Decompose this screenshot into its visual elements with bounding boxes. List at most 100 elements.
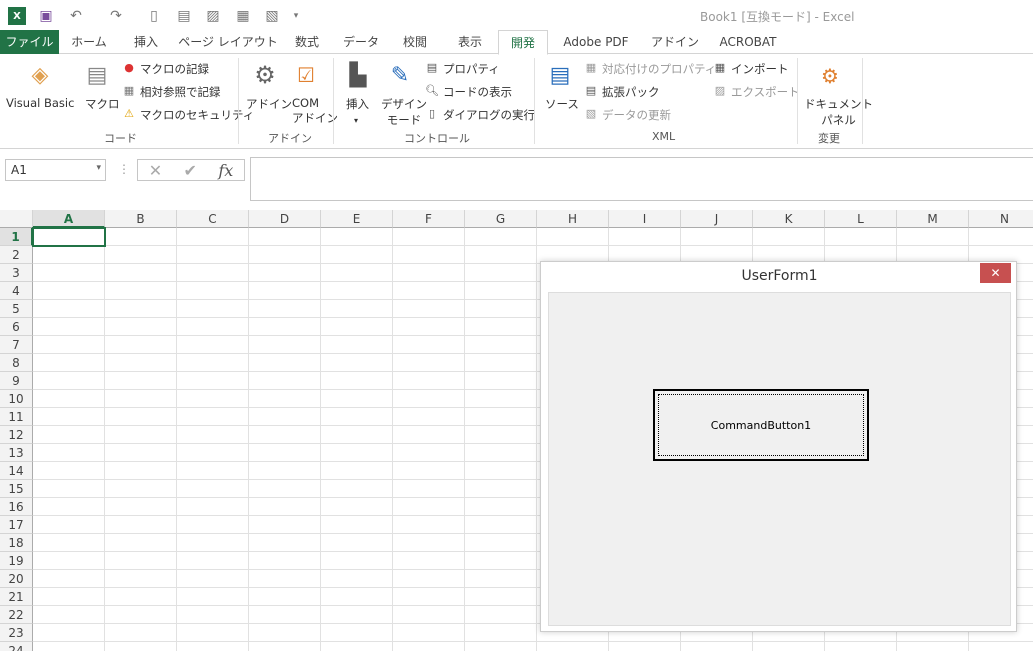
cell-G23[interactable] <box>465 624 537 642</box>
row-header-21[interactable]: 21 <box>0 588 33 606</box>
row-header-9[interactable]: 9 <box>0 372 33 390</box>
column-header-F[interactable]: F <box>393 210 465 228</box>
cell-A7[interactable] <box>33 336 105 354</box>
name-box[interactable]: A1 ▾ <box>5 159 106 181</box>
row-header-11[interactable]: 11 <box>0 408 33 426</box>
cell-D10[interactable] <box>249 390 321 408</box>
cell-A21[interactable] <box>33 588 105 606</box>
cell-B9[interactable] <box>105 372 177 390</box>
cell-E2[interactable] <box>321 246 393 264</box>
cell-A10[interactable] <box>33 390 105 408</box>
cell-C11[interactable] <box>177 408 249 426</box>
cell-F5[interactable] <box>393 300 465 318</box>
cell-A2[interactable] <box>33 246 105 264</box>
cell-E6[interactable] <box>321 318 393 336</box>
cell-G6[interactable] <box>465 318 537 336</box>
tab-adobe-pdf[interactable]: Adobe PDF <box>557 30 635 54</box>
cell-F15[interactable] <box>393 480 465 498</box>
cell-C2[interactable] <box>177 246 249 264</box>
map-properties-button[interactable]: 対応付けのプロパティ <box>602 61 716 77</box>
cell-C10[interactable] <box>177 390 249 408</box>
cell-A4[interactable] <box>33 282 105 300</box>
row-header-4[interactable]: 4 <box>0 282 33 300</box>
formula-input[interactable] <box>250 157 1033 201</box>
cell-E15[interactable] <box>321 480 393 498</box>
cell-C7[interactable] <box>177 336 249 354</box>
cell-F13[interactable] <box>393 444 465 462</box>
cell-C20[interactable] <box>177 570 249 588</box>
cell-C24[interactable] <box>177 642 249 651</box>
cell-G5[interactable] <box>465 300 537 318</box>
undo-icon[interactable]: ↶ <box>67 7 85 25</box>
column-header-I[interactable]: I <box>609 210 681 228</box>
addins-button[interactable]: アドイン <box>246 96 292 112</box>
close-button[interactable]: ✕ <box>980 263 1011 283</box>
cell-A20[interactable] <box>33 570 105 588</box>
row-header-2[interactable]: 2 <box>0 246 33 264</box>
cell-F18[interactable] <box>393 534 465 552</box>
cell-F23[interactable] <box>393 624 465 642</box>
expansion-pack-button[interactable]: 拡張パック <box>602 84 660 100</box>
select-all-corner[interactable] <box>0 210 33 228</box>
run-dialog-button[interactable]: ダイアログの実行 <box>443 107 535 123</box>
form-icon[interactable]: ▤ <box>175 7 193 25</box>
cell-C14[interactable] <box>177 462 249 480</box>
cell-E14[interactable] <box>321 462 393 480</box>
drag-handle-icon[interactable]: ⋮ <box>118 162 130 176</box>
cell-A24[interactable] <box>33 642 105 651</box>
cell-F7[interactable] <box>393 336 465 354</box>
com-addins-button[interactable]: COM アドイン <box>292 96 338 126</box>
cell-A18[interactable] <box>33 534 105 552</box>
cell-D9[interactable] <box>249 372 321 390</box>
cell-G1[interactable] <box>465 228 537 246</box>
cell-D2[interactable] <box>249 246 321 264</box>
tab-developer[interactable]: 開発 <box>498 30 548 55</box>
cell-B23[interactable] <box>105 624 177 642</box>
cell-E13[interactable] <box>321 444 393 462</box>
cell-F3[interactable] <box>393 264 465 282</box>
cell-N1[interactable] <box>969 228 1033 246</box>
design-mode-button[interactable]: デザイン モード <box>381 96 427 128</box>
cell-J24[interactable] <box>681 642 753 651</box>
column-header-J[interactable]: J <box>681 210 753 228</box>
cell-G14[interactable] <box>465 462 537 480</box>
cell-G22[interactable] <box>465 606 537 624</box>
properties-button[interactable]: プロパティ <box>443 61 500 77</box>
insert-function-icon[interactable]: fx <box>218 161 233 180</box>
macros-button[interactable]: マクロ <box>85 96 120 112</box>
cell-A3[interactable] <box>33 264 105 282</box>
row-header-14[interactable]: 14 <box>0 462 33 480</box>
cell-D19[interactable] <box>249 552 321 570</box>
cell-E3[interactable] <box>321 264 393 282</box>
cell-D23[interactable] <box>249 624 321 642</box>
cell-C22[interactable] <box>177 606 249 624</box>
cell-C23[interactable] <box>177 624 249 642</box>
row-header-23[interactable]: 23 <box>0 624 33 642</box>
cell-B7[interactable] <box>105 336 177 354</box>
cell-C15[interactable] <box>177 480 249 498</box>
cell-G3[interactable] <box>465 264 537 282</box>
column-header-A[interactable]: A <box>33 210 105 228</box>
cell-C9[interactable] <box>177 372 249 390</box>
cell-B4[interactable] <box>105 282 177 300</box>
cell-E20[interactable] <box>321 570 393 588</box>
column-header-B[interactable]: B <box>105 210 177 228</box>
chevron-down-icon[interactable]: ▾ <box>96 163 101 173</box>
cell-D5[interactable] <box>249 300 321 318</box>
cell-B20[interactable] <box>105 570 177 588</box>
tab-view[interactable]: 表示 <box>448 30 492 54</box>
cell-C17[interactable] <box>177 516 249 534</box>
cell-E12[interactable] <box>321 426 393 444</box>
cell-D7[interactable] <box>249 336 321 354</box>
cell-I1[interactable] <box>609 228 681 246</box>
row-header-12[interactable]: 12 <box>0 426 33 444</box>
cell-D8[interactable] <box>249 354 321 372</box>
refresh-data-icon[interactable]: ▧ <box>263 7 281 25</box>
cell-A8[interactable] <box>33 354 105 372</box>
cell-B10[interactable] <box>105 390 177 408</box>
tab-acrobat[interactable]: ACROBAT <box>713 30 783 54</box>
cell-E18[interactable] <box>321 534 393 552</box>
column-header-H[interactable]: H <box>537 210 609 228</box>
cell-B5[interactable] <box>105 300 177 318</box>
cell-C3[interactable] <box>177 264 249 282</box>
